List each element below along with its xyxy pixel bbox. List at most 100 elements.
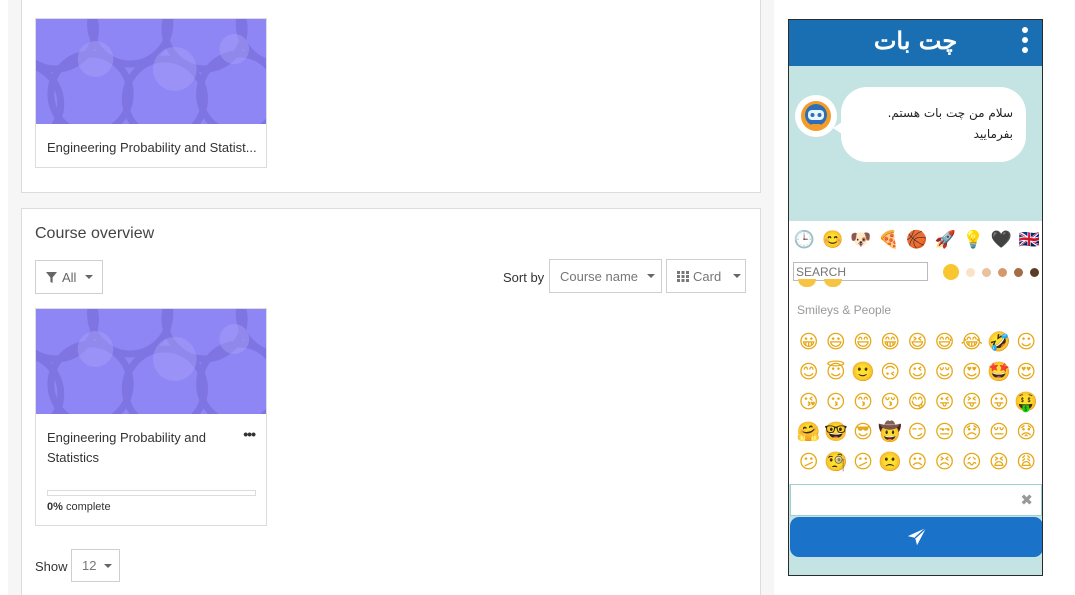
filter-label: All bbox=[62, 269, 77, 285]
emoji-option[interactable]: 😀 bbox=[795, 327, 822, 357]
skin-tone-option[interactable] bbox=[1014, 267, 1023, 277]
filter-icon bbox=[46, 271, 57, 283]
chevron-down-icon bbox=[104, 563, 113, 568]
emoji-option[interactable]: 😩 bbox=[1013, 447, 1040, 477]
emoji-option[interactable]: 😙 bbox=[849, 387, 876, 417]
course-progress-bar bbox=[47, 490, 256, 496]
chat-message-input[interactable]: ✖ bbox=[790, 484, 1042, 516]
emoji-option[interactable]: 😣 bbox=[931, 447, 958, 477]
emoji-option[interactable]: 😜 bbox=[931, 387, 958, 417]
emoji-option[interactable]: 😍 bbox=[958, 357, 985, 387]
sort-by-label: Sort by bbox=[503, 270, 545, 285]
emoji-option[interactable]: 😖 bbox=[958, 447, 985, 477]
emoji-option[interactable]: 😄 bbox=[849, 327, 876, 357]
chatbot-widget: چت بات سلام من چت بات هستم. بفرمایید 🕒 😊 🐶… bbox=[788, 19, 1043, 576]
emoji-row-partial bbox=[798, 279, 842, 287]
skin-tone-option[interactable] bbox=[966, 267, 975, 277]
skin-tone-option[interactable] bbox=[943, 264, 959, 280]
send-icon bbox=[907, 527, 927, 546]
emoji-option[interactable]: 🤓 bbox=[822, 417, 849, 447]
emoji-category-symbols-icon[interactable]: 🖤 bbox=[990, 228, 1013, 251]
emoji-category-flags-icon[interactable]: 🇬🇧 bbox=[1018, 228, 1041, 251]
emoji-option[interactable]: 😌 bbox=[931, 357, 958, 387]
emoji-option[interactable]: 🤠 bbox=[877, 417, 904, 447]
emoji-grid: 😀 😃 😄 😁 😆 😅 😂 🤣 ☺ 😊 😇 🙂 🙃 😉 😌 😍 🤩 😍 😘 😗 😙 😚 😋 😜 😝 😛 🤑 🤗 🤓 😎 🤠 😏 😒 😞 😔 😟 😕 🧐 😕 🙁… bbox=[795, 327, 1040, 477]
course-image[interactable] bbox=[36, 309, 266, 414]
emoji-option[interactable]: 😕 bbox=[849, 447, 876, 477]
progress-text: 0% complete bbox=[47, 501, 111, 513]
sort-dropdown[interactable]: Course name bbox=[549, 259, 662, 293]
emoji-option[interactable]: 😆 bbox=[904, 327, 931, 357]
emoji-option[interactable]: 😟 bbox=[1013, 417, 1040, 447]
sort-value: Course name bbox=[560, 268, 639, 284]
emoji-option[interactable]: 😞 bbox=[958, 417, 985, 447]
emoji-option[interactable]: 🙁 bbox=[877, 447, 904, 477]
emoji-option[interactable]: ☺ bbox=[1013, 327, 1040, 357]
clear-icon[interactable]: ✖ bbox=[1020, 491, 1033, 509]
emoji-option[interactable]: 😒 bbox=[931, 417, 958, 447]
emoji-category-activity-icon[interactable]: 🏀 bbox=[906, 228, 929, 251]
course-pattern-image bbox=[36, 309, 266, 414]
emoji-option[interactable]: 🤑 bbox=[1013, 387, 1040, 417]
skin-tone-option[interactable] bbox=[1030, 267, 1039, 277]
emoji-category-travel-icon[interactable]: 🚀 bbox=[934, 228, 957, 251]
emoji-category-recent-icon[interactable]: 🕒 bbox=[793, 228, 816, 251]
emoji-option[interactable]: 😊 bbox=[795, 357, 822, 387]
emoji-option[interactable]: 🤣 bbox=[985, 327, 1012, 357]
emoji-option[interactable]: 😗 bbox=[822, 387, 849, 417]
chat-title: چت بات bbox=[873, 26, 958, 55]
emoji-option[interactable]: 🙃 bbox=[877, 357, 904, 387]
page-size-dropdown[interactable]: 12 bbox=[71, 549, 120, 582]
course-title[interactable]: Engineering Probability and Statistics bbox=[47, 428, 227, 468]
course-card[interactable]: Engineering Probability and Statistics •… bbox=[35, 308, 267, 526]
emoji-option[interactable]: 😂 bbox=[958, 327, 985, 357]
emoji-option[interactable]: 😔 bbox=[985, 417, 1012, 447]
emoji-option[interactable]: ☹ bbox=[904, 447, 931, 477]
emoji-option[interactable]: 😇 bbox=[822, 357, 849, 387]
course-image[interactable] bbox=[36, 19, 266, 124]
filter-dropdown[interactable]: All bbox=[35, 260, 103, 294]
emoji-option[interactable]: 😏 bbox=[904, 417, 931, 447]
course-card[interactable]: Engineering Probability and Statist... bbox=[35, 18, 267, 168]
emoji-category-smileys-icon[interactable]: 😊 bbox=[821, 228, 844, 251]
progress-percent: 0% bbox=[47, 501, 63, 513]
emoji-option[interactable]: 😚 bbox=[877, 387, 904, 417]
emoji-option[interactable]: 😉 bbox=[904, 357, 931, 387]
emoji-option[interactable]: 😁 bbox=[877, 327, 904, 357]
course-title[interactable]: Engineering Probability and Statist... bbox=[47, 140, 257, 155]
main-content-area: Engineering Probability and Statist... C… bbox=[8, 0, 774, 595]
emoji-option[interactable]: 😕 bbox=[795, 447, 822, 477]
course-overview-panel: Course overview All Sort by Course name … bbox=[21, 208, 761, 595]
skin-tone-option[interactable] bbox=[998, 267, 1007, 277]
kebab-menu-icon[interactable] bbox=[1022, 27, 1028, 53]
chat-header: چت بات bbox=[789, 20, 1042, 66]
emoji-option[interactable]: 🙂 bbox=[849, 357, 876, 387]
emoji-option[interactable]: 🤗 bbox=[795, 417, 822, 447]
robot-icon bbox=[801, 101, 831, 131]
emoji-option[interactable]: 😫 bbox=[985, 447, 1012, 477]
skin-tone-option[interactable] bbox=[982, 267, 991, 277]
emoji-category-objects-icon[interactable]: 💡 bbox=[962, 228, 985, 251]
emoji-option[interactable]: 😝 bbox=[958, 387, 985, 417]
emoji-option[interactable]: 🤩 bbox=[985, 357, 1012, 387]
emoji-option[interactable]: 😘 bbox=[795, 387, 822, 417]
emoji-picker: 🕒😊🐶🍕🏀🚀💡🖤🇬🇧 Smileys & People 😀😃😄😁😆😅😂🤣☺😊😇🙂… bbox=[789, 221, 1042, 484]
emoji-option[interactable]: 😋 bbox=[904, 387, 931, 417]
emoji-option[interactable]: 😍 bbox=[1013, 357, 1040, 387]
emoji-option[interactable]: 😃 bbox=[822, 327, 849, 357]
emoji-category-label: Smileys & People bbox=[797, 303, 892, 317]
grid-icon bbox=[677, 270, 689, 282]
section-heading: Course overview bbox=[35, 225, 155, 242]
course-menu-button[interactable]: ••• bbox=[243, 426, 256, 442]
emoji-option[interactable]: 😎 bbox=[849, 417, 876, 447]
send-button[interactable] bbox=[790, 517, 1042, 557]
emoji-option[interactable]: 😛 bbox=[985, 387, 1012, 417]
emoji-category-animals-icon[interactable]: 🐶 bbox=[849, 228, 872, 251]
bot-message-bubble: سلام من چت بات هستم. بفرمایید bbox=[841, 87, 1026, 162]
emoji-category-food-icon[interactable]: 🍕 bbox=[877, 228, 900, 251]
emoji-option[interactable]: 😅 bbox=[931, 327, 958, 357]
course-pattern-image bbox=[36, 19, 266, 124]
emoji-option[interactable]: 🧐 bbox=[822, 447, 849, 477]
chevron-down-icon bbox=[647, 274, 656, 278]
view-dropdown[interactable]: Card bbox=[666, 259, 746, 293]
